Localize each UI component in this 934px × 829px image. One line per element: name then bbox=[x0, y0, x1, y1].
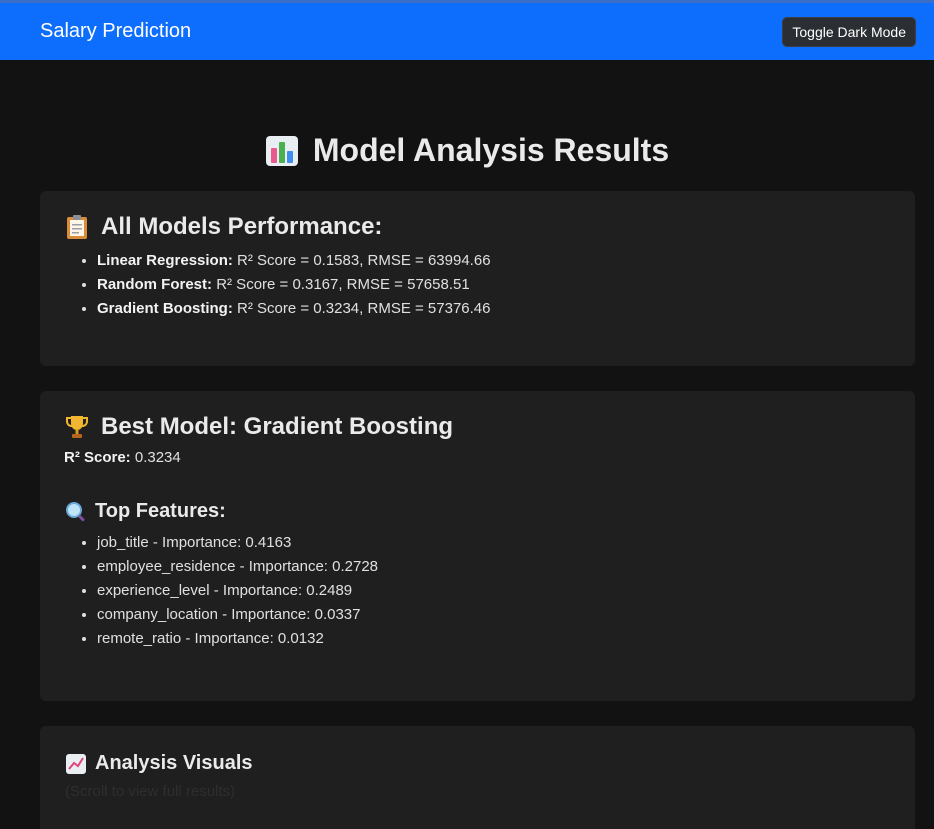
best-model-card: Best Model: Gradient Boosting R² Score: … bbox=[40, 391, 915, 701]
magnifier-icon bbox=[66, 501, 85, 521]
all-models-card: All Models Performance: Linear Regressio… bbox=[40, 191, 915, 366]
model-metrics: R² Score = 0.3234, RMSE = 57376.46 bbox=[237, 300, 491, 317]
page-title: Model Analysis Results bbox=[0, 132, 934, 169]
list-item: job_title - Importance: 0.4163 bbox=[97, 531, 890, 555]
top-features-heading: Top Features: bbox=[65, 500, 890, 523]
r2-value: 0.3234 bbox=[134, 449, 181, 466]
list-item: company_location - Importance: 0.0337 bbox=[97, 603, 890, 627]
all-models-heading: All Models Performance: bbox=[65, 213, 890, 241]
best-model-r2: R² Score: 0.3234 bbox=[64, 449, 890, 466]
features-list: job_title - Importance: 0.4163 employee_… bbox=[65, 531, 890, 651]
models-list: Linear Regression: R² Score = 0.1583, RM… bbox=[65, 249, 890, 321]
model-name: Linear Regression: bbox=[97, 252, 233, 269]
list-item: employee_residence - Importance: 0.2728 bbox=[97, 555, 890, 579]
model-name: Gradient Boosting: bbox=[97, 300, 233, 317]
model-metrics: R² Score = 0.1583, RMSE = 63994.66 bbox=[237, 252, 491, 269]
analysis-visuals-heading: Analysis Visuals bbox=[65, 752, 890, 775]
page-title-text: Model Analysis Results bbox=[312, 132, 670, 168]
clipboard-icon bbox=[67, 215, 87, 239]
list-item: Linear Regression: R² Score = 0.1583, RM… bbox=[97, 249, 890, 273]
best-model-heading-text: Best Model: Gradient Boosting bbox=[101, 413, 454, 440]
bar-chart-icon bbox=[265, 135, 298, 166]
r2-label: R² Score: bbox=[64, 449, 131, 466]
toggle-dark-mode-button[interactable]: Toggle Dark Mode bbox=[782, 16, 916, 47]
list-item: Random Forest: R² Score = 0.3167, RMSE =… bbox=[97, 273, 890, 297]
analysis-visuals-card: Analysis Visuals (Scroll to view full re… bbox=[40, 726, 915, 829]
all-models-heading-text: All Models Performance: bbox=[101, 213, 383, 240]
list-item: Gradient Boosting: R² Score = 0.3234, RM… bbox=[97, 297, 890, 321]
navbar-brand[interactable]: Salary Prediction bbox=[40, 20, 191, 43]
visuals-hint: (Scroll to view full results) bbox=[65, 783, 236, 800]
trend-chart-icon bbox=[66, 753, 86, 774]
analysis-visuals-heading-text: Analysis Visuals bbox=[95, 752, 253, 774]
model-name: Random Forest: bbox=[97, 276, 213, 293]
model-metrics: R² Score = 0.3167, RMSE = 57658.51 bbox=[216, 276, 470, 293]
list-item: experience_level - Importance: 0.2489 bbox=[97, 579, 890, 603]
trophy-icon bbox=[66, 416, 88, 438]
best-model-heading: Best Model: Gradient Boosting bbox=[65, 413, 890, 441]
navbar: Salary Prediction Toggle Dark Mode bbox=[0, 3, 934, 60]
list-item: remote_ratio - Importance: 0.0132 bbox=[97, 627, 890, 651]
top-features-heading-text: Top Features: bbox=[95, 500, 226, 522]
